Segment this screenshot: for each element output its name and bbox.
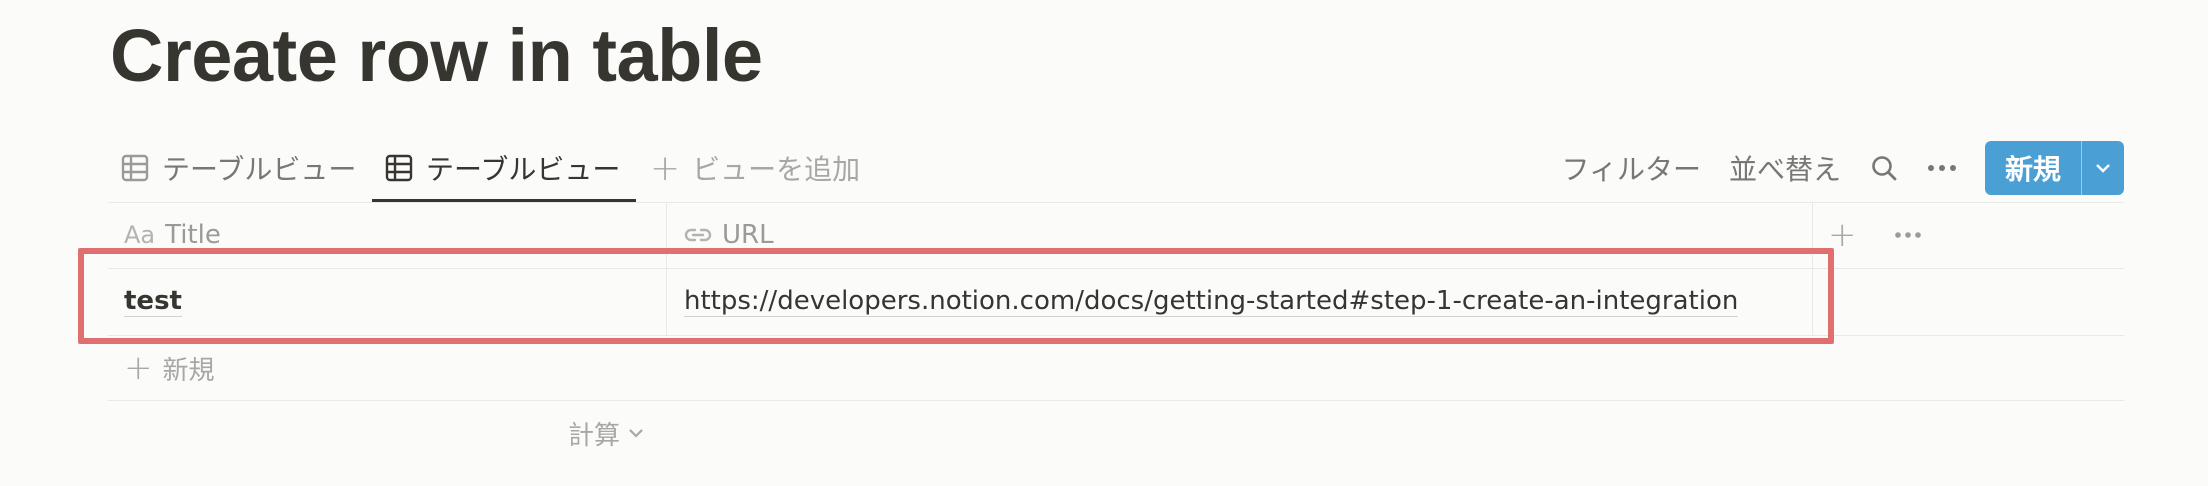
filter-button[interactable]: フィルター [1562,148,1701,188]
more-options-icon[interactable] [1894,203,1922,267]
highlight-box [78,248,1834,344]
tab-table-view-2[interactable]: テーブルビュー [371,134,637,203]
column-header-label: URL [722,220,774,250]
table-icon [121,154,149,182]
new-button-label: 新規 [2004,153,2061,186]
link-property-icon [684,228,712,242]
search-icon[interactable] [1869,153,1899,183]
page-title: Create row in table [110,14,763,97]
add-view-label: ビューを追加 [692,153,861,186]
chevron-down-icon [629,429,643,438]
database-toolbar: フィルター 並べ替え 新規 [1534,134,2124,202]
sort-button[interactable]: 並べ替え [1729,148,1841,188]
column-header-label: Title [165,220,221,250]
calculate-label: 計算 [568,420,621,451]
divider [108,202,2124,203]
add-row-button[interactable]: + 新規 [124,336,215,400]
table-icon [385,154,413,182]
text-property-icon: Aa [124,221,156,249]
add-row-label: 新規 [162,355,215,386]
chevron-down-icon[interactable] [2081,141,2124,195]
plus-icon: + [124,348,153,388]
new-button[interactable]: 新規 [1984,141,2124,195]
tab-label: テーブルビュー [162,153,357,186]
tab-label: テーブルビュー [426,153,621,186]
add-view-button[interactable]: + ビューを追加 [650,134,860,202]
tab-table-view-1[interactable]: テーブルビュー [120,134,356,202]
more-options-icon[interactable] [1927,153,1957,183]
divider [108,400,2124,401]
plus-icon: + [650,147,681,189]
calculate-button[interactable]: 計算 [568,404,646,462]
